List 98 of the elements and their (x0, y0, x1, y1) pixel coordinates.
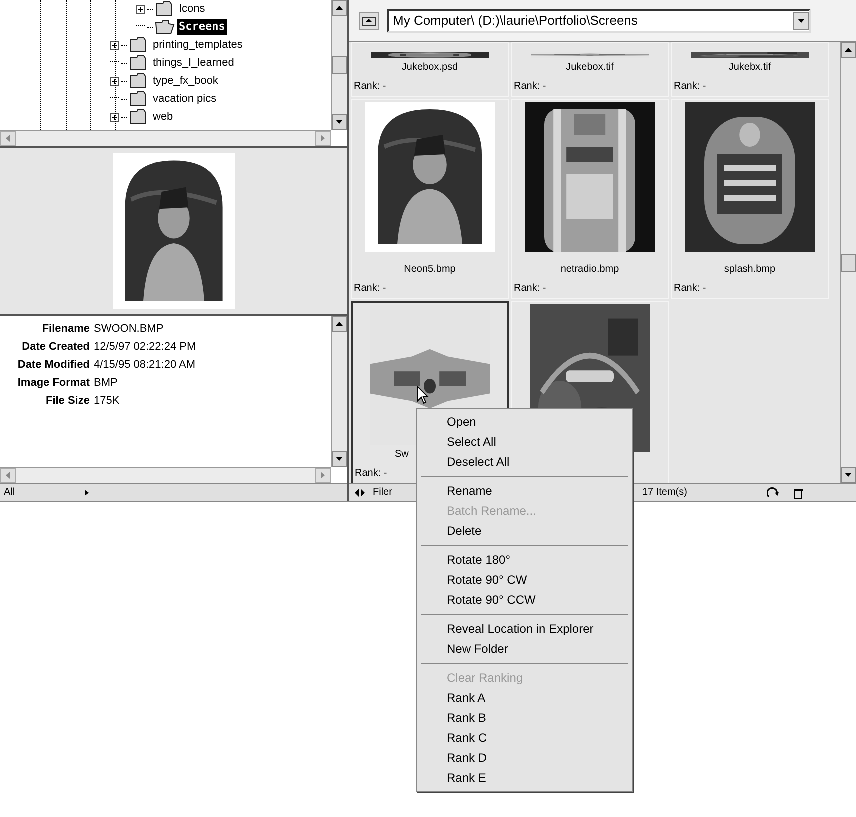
file-name: Jukebx.tif (728, 61, 772, 75)
info-label: Date Modified (16, 358, 90, 373)
folder-icon (129, 109, 149, 125)
folder-icon (129, 73, 149, 89)
menu-item[interactable]: Rename (417, 481, 632, 501)
tree-item[interactable]: things_I_learned (151, 54, 236, 72)
left-arrow-icon (6, 135, 10, 142)
path-field[interactable]: My Computer\ (D:)\laurie\Portfolio\Screens (387, 8, 811, 32)
thumbnail-card[interactable]: netradio.bmp Rank: - (511, 99, 669, 299)
rank-label: Rank: - (353, 80, 386, 94)
expand-icon[interactable] (136, 4, 145, 14)
menu-item[interactable]: Rotate 180° (417, 550, 632, 570)
scrollbar[interactable] (331, 0, 347, 130)
file-name: Jukebox.tif (566, 61, 614, 75)
scrollbar[interactable] (0, 467, 331, 483)
menu-item[interactable]: Rank A (417, 688, 632, 708)
file-name: netradio.bmp (560, 263, 620, 277)
info-value: 12/5/97 02:22:24 PM (94, 340, 196, 355)
thumbnail-card[interactable]: Jukebox.psd Rank: - (351, 42, 509, 97)
split-arrows-icon[interactable] (355, 488, 365, 496)
info-label: File Size (44, 394, 90, 409)
down-arrow-icon (336, 120, 343, 124)
thumbnail-card[interactable]: Jukebox.tif Rank: - (511, 42, 669, 97)
rank-label: Rank: - (673, 282, 706, 296)
menu-item[interactable]: Rank B (417, 708, 632, 728)
down-arrow-icon (798, 18, 804, 22)
tree-item[interactable]: Screens (177, 18, 228, 36)
item-count: 17 Item(s) (642, 486, 688, 500)
folder-up-icon (362, 16, 376, 26)
scroll-down-button[interactable] (332, 114, 347, 130)
scrollbar[interactable] (840, 42, 856, 483)
rank-label: Rank: - (353, 282, 386, 296)
scroll-down-button[interactable] (841, 467, 856, 483)
thumbnail-card[interactable]: splash.bmp Rank: - (671, 99, 829, 299)
scroll-left-button[interactable] (0, 468, 16, 483)
folder-icon (155, 1, 175, 17)
up-arrow-icon (336, 6, 343, 10)
menu-item[interactable]: Rank E (417, 768, 632, 788)
scroll-down-button[interactable] (332, 451, 347, 467)
info-label: Image Format (16, 376, 90, 391)
scroll-thumb[interactable] (332, 56, 347, 74)
up-folder-button[interactable] (359, 12, 379, 30)
menu-item[interactable]: Reveal Location in Explorer (417, 619, 632, 639)
down-arrow-icon (336, 457, 343, 461)
scroll-left-button[interactable] (0, 131, 16, 146)
expand-icon[interactable] (110, 40, 119, 50)
scroll-up-button[interactable] (332, 316, 347, 332)
down-arrow-icon (845, 473, 852, 477)
folder-icon (129, 37, 149, 53)
up-arrow-icon (336, 322, 343, 326)
info-value: SWOON.BMP (94, 322, 164, 337)
rank-label: Rank: - (354, 467, 388, 481)
menu-item[interactable]: Rank C (417, 728, 632, 748)
rank-label: Rank: - (513, 80, 546, 94)
left-arrow-icon (6, 472, 10, 479)
thumbnail-card[interactable]: Neon5.bmp Rank: - (351, 99, 509, 299)
rotate-icon[interactable] (767, 486, 780, 498)
folder-icon (129, 55, 149, 71)
info-value: BMP (94, 376, 118, 391)
right-arrow-icon (321, 472, 325, 479)
tree-item[interactable]: vacation pics (151, 90, 219, 108)
menu-item[interactable]: Rotate 90° CW (417, 570, 632, 590)
thumbnail-card[interactable]: Jukebx.tif Rank: - (671, 42, 829, 97)
scroll-thumb[interactable] (841, 254, 856, 272)
info-value: 4/15/95 08:21:20 AM (94, 358, 196, 373)
scrollbar[interactable] (0, 130, 331, 146)
rank-label: Rank: - (673, 80, 706, 94)
filter-label[interactable]: All (4, 485, 16, 500)
scrollbar[interactable] (331, 316, 347, 467)
info-label: Filename (41, 322, 90, 337)
file-name: splash.bmp (724, 263, 776, 277)
dropdown-arrow-icon[interactable] (85, 490, 90, 496)
file-name: Jukebox.psd (402, 61, 458, 75)
dropdown-button[interactable] (793, 12, 809, 30)
file-name: Neon5.bmp (404, 263, 456, 277)
rank-label: Rank: - (513, 282, 546, 296)
tree-item[interactable]: printing_templates (151, 36, 245, 54)
tree-item[interactable]: type_fx_book (151, 72, 220, 90)
scroll-up-button[interactable] (332, 0, 347, 16)
menu-item[interactable]: Delete (417, 521, 632, 541)
folder-icon (129, 91, 149, 107)
file-name: Sw (395, 448, 409, 462)
info-value: 175K (94, 394, 120, 409)
tree-item[interactable]: web (151, 108, 176, 126)
folder-icon (155, 19, 175, 35)
right-arrow-icon (321, 135, 325, 142)
expand-icon[interactable] (110, 112, 119, 122)
mouse-pointer-icon (417, 386, 429, 405)
status-label: Filer (373, 486, 392, 500)
trash-icon[interactable] (793, 486, 804, 498)
menu-item[interactable]: Rank D (417, 748, 632, 768)
expand-icon[interactable] (110, 76, 119, 86)
menu-item[interactable]: New Folder (417, 639, 632, 659)
tree-item[interactable]: Icons (177, 0, 208, 18)
info-label: Date Created (21, 340, 90, 355)
up-arrow-icon (845, 48, 852, 52)
menu-item[interactable]: Rotate 90° CCW (417, 590, 632, 610)
scroll-up-button[interactable] (841, 42, 856, 58)
